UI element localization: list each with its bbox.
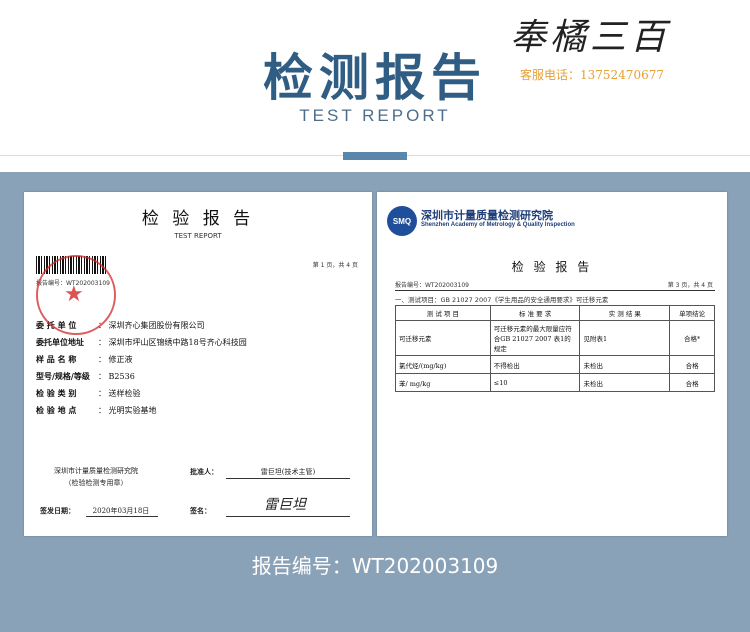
issue-date-label: 签发日期： <box>40 506 75 515</box>
sign-underline <box>226 516 350 517</box>
results-report-no: 报告编号：WT202003109 <box>395 282 469 289</box>
brand-logo: 奉橘三百 <box>510 17 671 58</box>
approver-value: 雷巨坦(技术主管) <box>260 468 316 476</box>
seal-line-2: （检验检测专用章） <box>64 479 128 487</box>
service-phone: 客服电话：13752470677 <box>520 68 664 82</box>
divider-accent <box>343 152 407 160</box>
footer-report-number: 报告编号：WT202003109 <box>251 554 499 578</box>
table-header-row: 测 试 项 目 标 准 要 求 实 测 结 果 单项结论 <box>395 305 715 321</box>
test-section: 一、测试项目：GB 21027 2007《学生用品的安全通用要求》可迁移元素 <box>395 296 609 304</box>
table-row: 可迁移元素 可迁移元素的最大限量应符合GB 21027 2007 表1的规定 见… <box>395 320 715 356</box>
field-model: 型号/规格/等级 ： B2536 <box>36 371 135 381</box>
page-subtitle: TEST REPORT <box>299 106 451 125</box>
signature: 雷巨坦 <box>264 497 306 513</box>
field-test-location: 检 验 地 点 ： 光明实验基地 <box>36 405 157 415</box>
cover-subtitle: TEST REPORT <box>174 232 222 240</box>
table-row: 氯代烃/(mg/kg) 不得检出 未检出 合格 <box>395 355 715 374</box>
field-sample-name: 样 品 名 称 ： 修正液 <box>36 354 133 364</box>
smq-logo-icon: SMQ <box>387 206 417 236</box>
report-results-page: SMQ 深圳市计量质量检测研究院 Shenzhen Academy of Met… <box>377 192 727 536</box>
institute-name: 深圳市计量质量检测研究院 <box>421 209 553 222</box>
results-title: 检 验 报 告 <box>511 260 593 274</box>
cover-title: 检 验 报 告 <box>141 209 255 229</box>
issue-date: 2020年03月18日 <box>92 507 150 515</box>
results-page-info: 第 3 页，共 4 页 <box>667 282 713 289</box>
seal-line-1: 深圳市计量质量检测研究院 <box>54 467 138 475</box>
date-underline <box>86 516 158 517</box>
results-table: 测 试 项 目 标 准 要 求 实 测 结 果 单项结论 可迁移元素 可迁移元素… <box>395 305 715 392</box>
approver-underline <box>226 478 350 479</box>
seal-star-icon: ★ <box>64 282 84 307</box>
table-row: 苯/ mg/kg ≤10 未检出 合格 <box>395 373 715 392</box>
sign-label: 签名： <box>190 506 211 515</box>
field-test-type: 检 验 类 别 ： 送样检验 <box>36 388 141 398</box>
field-client-address: 委托单位地址 ： 深圳市坪山区锦绣中路18号齐心科技园 <box>36 337 247 347</box>
header-rule <box>395 290 715 291</box>
institute-name-en: Shenzhen Academy of Metrology & Quality … <box>421 222 575 228</box>
approver-label: 批准人： <box>190 467 218 476</box>
page-header: 检测报告 TEST REPORT 奉橘三百 客服电话：13752470677 <box>0 0 750 172</box>
cover-page-info: 第 1 页，共 4 页 <box>312 262 358 269</box>
